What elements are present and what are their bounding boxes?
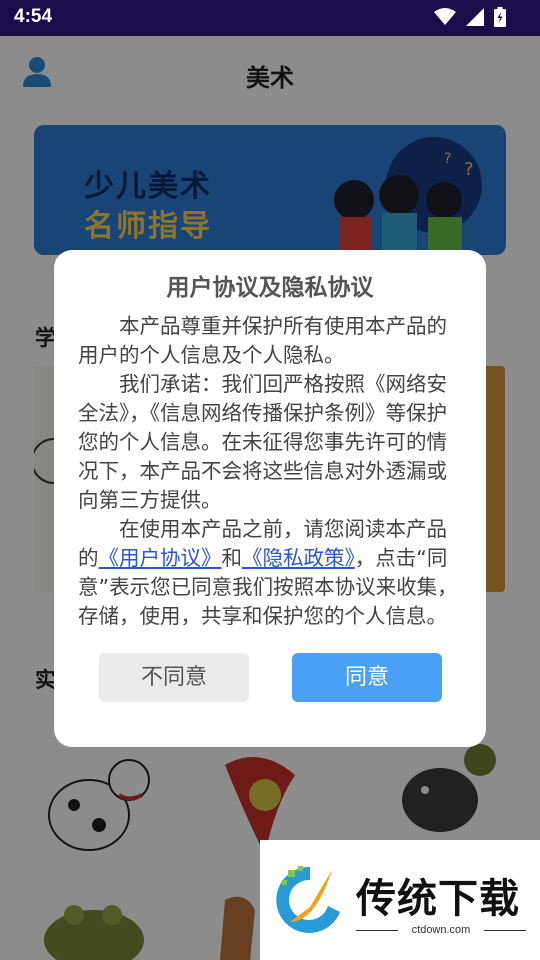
agree-button[interactable]: 同意 [292,653,442,702]
dialog-paragraph-1: 本产品尊重并保护所有使用本产品的用户的个人信息及个人隐私。 [78,314,447,367]
wifi-icon [434,8,456,25]
watermark-brand: 传统下载 [356,876,520,922]
status-time: 4:54 [14,6,53,27]
user-agreement-link[interactable]: 《用户协议》 [99,546,222,570]
signal-icon [466,8,484,26]
battery-icon [494,7,506,27]
watermark: 传统下载 ctdown.com [260,840,540,960]
status-icons [434,7,506,27]
dialog-and-text: 和 [221,546,243,570]
status-bar: 4:54 [0,0,540,36]
watermark-divider-right [484,930,526,931]
disagree-button[interactable]: 不同意 [99,653,249,702]
privacy-policy-link[interactable]: 《隐私政策》 [242,546,355,570]
dialog-paragraph-3: 在使用本产品之前，请您阅读本产品的《用户协议》和《隐私政策》，点击“同意”表示您… [78,515,464,631]
privacy-agreement-dialog: 用户协议及隐私协议 本产品尊重并保护所有使用本产品的用户的个人信息及个人隐私。 … [54,250,486,747]
dialog-title: 用户协议及隐私协议 [166,275,374,301]
watermark-logo-icon [276,866,340,933]
dialog-body: 本产品尊重并保护所有使用本产品的用户的个人信息及个人隐私。 我们承诺：我们回严格… [78,312,464,631]
dialog-paragraph-2: 我们承诺：我们回严格按照《网络安全法》，《信息网络传播保护条例》等保护您的个人信… [78,372,447,512]
